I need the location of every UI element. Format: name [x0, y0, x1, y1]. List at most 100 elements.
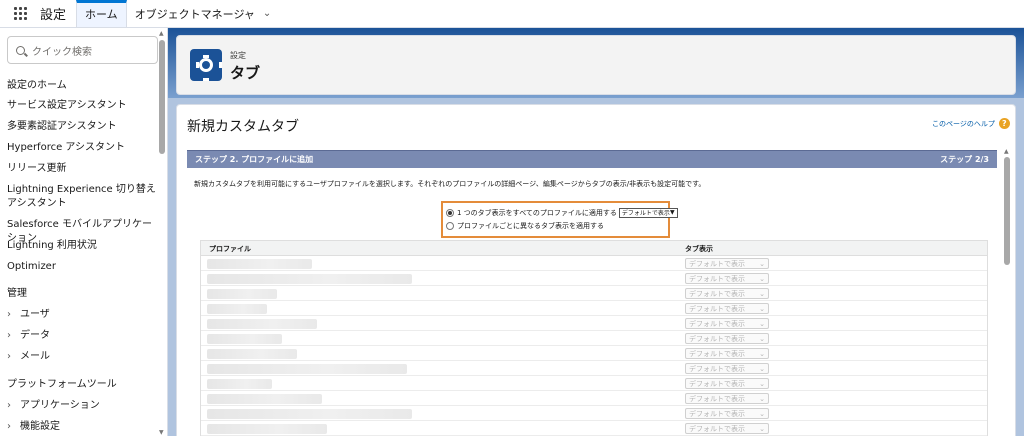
tab-visibility-select[interactable]: デフォルトで表示 ⌄ — [685, 258, 769, 269]
sidebar-item-apps[interactable]: › アプリケーション — [7, 399, 157, 413]
table-row: デフォルトで表示 ⌄ — [201, 316, 987, 331]
step-title: ステップ 2. プロファイルに追加 — [195, 155, 314, 164]
table-header: プロファイル タブ表示 — [201, 241, 987, 256]
tab-visibility-select[interactable]: デフォルトで表示 ⌄ — [685, 393, 769, 404]
table-row: デフォルトで表示 ⌄ — [201, 286, 987, 301]
tab-visibility-select[interactable]: デフォルトで表示 ⌄ — [685, 288, 769, 299]
tab-object-manager-label: オブジェクトマネージャ — [134, 7, 255, 21]
sidebar-item-hyperforce-assistant[interactable]: Hyperforce アシスタント — [7, 141, 157, 155]
quick-find-placeholder: クイック検索 — [32, 46, 92, 58]
radio-apply-all[interactable] — [446, 208, 454, 217]
main-area: 設定 タブ 新規カスタムタブ このページのヘルプ ? ステップ 2. プロファイ… — [168, 28, 1024, 436]
column-header-tab-visibility: タブ表示 — [685, 245, 713, 253]
tab-visibility-select[interactable]: デフォルトで表示 ⌄ — [685, 408, 769, 419]
sidebar-item-users[interactable]: › ユーザ — [7, 308, 157, 322]
table-row: デフォルトで表示 ⌄ — [201, 361, 987, 376]
sidebar-scrollbar[interactable]: ▲ ▼ — [158, 28, 166, 436]
sidebar-item-lightning-transition[interactable]: Lightning Experience 切り替えアシスタント — [7, 183, 157, 211]
sidebar-item-data[interactable]: › データ — [7, 329, 157, 343]
content-scroll-thumb[interactable] — [1004, 157, 1010, 265]
scroll-up-icon[interactable]: ▲ — [159, 30, 164, 37]
content-scrollbar[interactable]: ▲ — [1003, 148, 1011, 436]
sidebar-item-optimizer[interactable]: Optimizer — [7, 260, 157, 274]
column-header-profile: プロファイル — [209, 245, 251, 253]
sidebar-item-setup-home[interactable]: 設定のホーム — [7, 79, 157, 93]
profile-table: プロファイル タブ表示 デフォルトで表示 ⌄ デフォルトで表示 ⌄ デフォルトで表示… — [200, 240, 988, 436]
tab-visibility-select[interactable]: デフォルトで表示 ⌄ — [685, 303, 769, 314]
profile-name-redacted — [207, 304, 267, 314]
chevron-down-icon: ⌄ — [759, 304, 765, 313]
search-icon — [16, 45, 25, 55]
sidebar-scroll-thumb[interactable] — [159, 40, 165, 154]
tab-visibility-value: デフォルトで表示 — [689, 319, 745, 328]
scroll-up-icon[interactable]: ▲ — [1004, 148, 1009, 155]
tab-object-manager[interactable]: オブジェクトマネージャ ⌄ — [127, 0, 280, 27]
sidebar-item-release-updates[interactable]: リリース更新 — [7, 162, 157, 176]
tab-home[interactable]: ホーム — [76, 0, 127, 27]
radio-per-profile[interactable] — [446, 221, 454, 230]
page-header: 設定 タブ — [176, 35, 1016, 95]
table-row: デフォルトで表示 ⌄ — [201, 346, 987, 361]
tab-visibility-select[interactable]: デフォルトで表示 ⌄ — [685, 363, 769, 374]
tab-visibility-value: デフォルトで表示 — [689, 289, 745, 298]
tab-visibility-select[interactable]: デフォルトで表示 ⌄ — [685, 348, 769, 359]
option-apply-all[interactable]: 1 つのタブ表示をすべてのプロファイルに適用する デフォルトで表示 ▼ — [446, 206, 678, 219]
tab-visibility-value: デフォルトで表示 — [689, 274, 745, 283]
chevron-down-icon: ⌄ — [759, 379, 765, 388]
chevron-right-icon: › — [7, 309, 11, 320]
app-name: 設定 — [40, 8, 67, 23]
tab-visibility-select[interactable]: デフォルトで表示 ⌄ — [685, 378, 769, 389]
table-row: デフォルトで表示 ⌄ — [201, 301, 987, 316]
sidebar-section-platform-tools: プラットフォームツール — [7, 379, 117, 390]
sidebar-item-lightning-usage[interactable]: Lightning 利用状況 — [7, 239, 157, 253]
chevron-down-icon: ⌄ — [759, 349, 765, 358]
profile-name-redacted — [207, 319, 317, 329]
content-panel: 新規カスタムタブ このページのヘルプ ? ステップ 2. プロファイルに追加 ス… — [176, 104, 1016, 436]
profile-name-redacted — [207, 274, 412, 284]
option-per-profile[interactable]: プロファイルごとに異なるタブ表示を適用する — [446, 219, 665, 232]
scroll-down-icon[interactable]: ▼ — [159, 429, 164, 436]
tab-home-label: ホーム — [85, 7, 118, 21]
help-link[interactable]: このページのヘルプ ? — [932, 118, 1010, 129]
table-row: デフォルトで表示 ⌄ — [201, 406, 987, 421]
app-launcher-icon — [13, 7, 27, 20]
sidebar-item-apps-label: アプリケーション — [20, 400, 100, 411]
sidebar-item-service-setup-assistant[interactable]: サービス設定アシスタント — [7, 99, 157, 113]
content-title: 新規カスタムタブ — [187, 119, 299, 135]
chevron-down-icon[interactable]: ⌄ — [263, 8, 271, 19]
tab-visibility-select[interactable]: デフォルトで表示 ⌄ — [685, 333, 769, 344]
chevron-down-icon: ⌄ — [759, 424, 765, 433]
tab-visibility-select[interactable]: デフォルトで表示 ⌄ — [685, 423, 769, 434]
sidebar-item-data-label: データ — [20, 330, 50, 341]
quick-find-input[interactable]: クイック検索 — [7, 36, 158, 64]
profile-name-redacted — [207, 289, 277, 299]
profile-name-redacted — [207, 394, 322, 404]
profile-name-redacted — [207, 424, 327, 434]
sidebar-item-mfa-assistant[interactable]: 多要素認証アシスタント — [7, 120, 157, 134]
setup-sidebar: クイック検索 設定のホーム サービス設定アシスタント 多要素認証アシスタント H… — [0, 28, 168, 436]
sidebar-item-email[interactable]: › メール — [7, 350, 157, 364]
apply-all-visibility-select[interactable]: デフォルトで表示 ▼ — [618, 207, 678, 218]
chevron-down-icon: ⌄ — [759, 364, 765, 373]
chevron-down-icon: ⌄ — [759, 289, 765, 298]
sidebar-item-feature-settings[interactable]: › 機能設定 — [7, 420, 157, 434]
tab-visibility-value: デフォルトで表示 — [689, 304, 745, 313]
tab-visibility-value: デフォルトで表示 — [689, 349, 745, 358]
breadcrumb[interactable]: 設定 — [230, 50, 246, 61]
profile-name-redacted — [207, 259, 312, 269]
chevron-down-icon: ⌄ — [759, 319, 765, 328]
tab-visibility-select[interactable]: デフォルトで表示 ⌄ — [685, 318, 769, 329]
profile-name-redacted — [207, 409, 412, 419]
gear-icon — [196, 55, 222, 81]
tab-visibility-select[interactable]: デフォルトで表示 ⌄ — [685, 273, 769, 284]
chevron-down-icon: ⌄ — [759, 274, 765, 283]
option-per-profile-label: プロファイルごとに異なるタブ表示を適用する — [457, 221, 604, 230]
tab-visibility-value: デフォルトで表示 — [689, 379, 745, 388]
chevron-right-icon: › — [7, 351, 11, 362]
chevron-right-icon: › — [7, 400, 11, 411]
chevron-down-icon: ▼ — [669, 209, 675, 216]
tab-visibility-value: デフォルトで表示 — [689, 424, 745, 433]
step-counter: ステップ 2/3 — [940, 155, 989, 164]
app-launcher-button[interactable] — [0, 0, 40, 27]
step-header: ステップ 2. プロファイルに追加 ステップ 2/3 — [187, 150, 997, 168]
